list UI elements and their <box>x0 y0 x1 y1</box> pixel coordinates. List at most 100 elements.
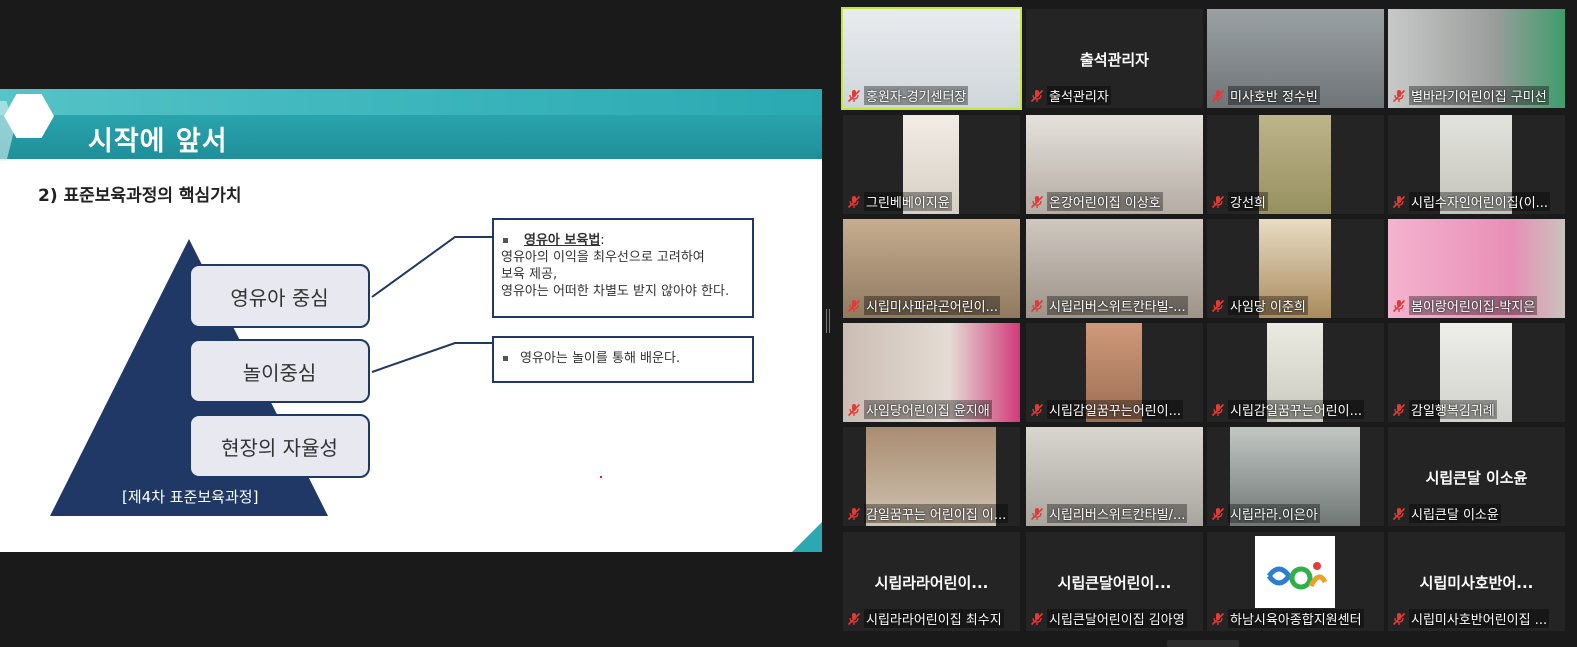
muted-mic-icon <box>847 195 861 208</box>
muted-mic-icon <box>847 403 861 416</box>
participant-tile[interactable]: 시립큰달 이소윤 시립큰달 이소윤 <box>1388 427 1565 526</box>
participant-tile[interactable]: 시립라라.이은아 <box>1207 427 1384 526</box>
muted-mic-icon <box>1392 89 1406 102</box>
participant-tile[interactable]: 감일꿈꾸는 어린이집 이... <box>843 427 1020 526</box>
participant-tile[interactable]: 온강어린이집 이상호 <box>1026 115 1203 214</box>
muted-mic-icon <box>1030 612 1044 625</box>
participant-tile[interactable]: 별바라기어린이집 구미선 <box>1388 9 1565 108</box>
connector-line-1 <box>371 236 492 298</box>
muted-mic-icon <box>847 612 861 625</box>
gallery-scrollbar[interactable] <box>1167 640 1239 647</box>
callout-1-line: 보육 제공, <box>501 267 558 282</box>
participant-tile[interactable]: 시립큰달어린이... 시립큰달어린이집 김아영 <box>1026 532 1203 631</box>
connector-lines <box>371 236 492 373</box>
callout-2-text: 영유아는 놀이를 통해 배운다. <box>520 351 681 366</box>
participant-name: 시립미사파라곤어린이... <box>864 296 1000 315</box>
participant-name: 봄이랑어린이집-박지은 <box>1409 296 1538 315</box>
participant-name: 홍원자-경기센터장 <box>864 86 969 105</box>
callout-1-heading: 영유아 보육법 <box>524 233 601 248</box>
muted-mic-icon <box>1392 403 1406 416</box>
participant-tile[interactable]: 시립감일꿈꾸는어린이... <box>1026 323 1203 422</box>
muted-mic-icon <box>1211 403 1225 416</box>
muted-mic-icon <box>1030 89 1044 102</box>
participant-tile[interactable]: 시립감일꿈꾸는어린이... <box>1207 323 1384 422</box>
participant-name-bar: 사임당어린이집 윤지애 <box>847 400 1016 419</box>
participant-name: 감일꿈꾸는 어린이집 이... <box>864 504 1009 523</box>
participant-name-bar: 감일꿈꾸는 어린이집 이... <box>847 504 1016 523</box>
participant-name-bar: 시립큰달 이소윤 <box>1392 504 1561 523</box>
participant-name: 사임당 이춘희 <box>1228 296 1308 315</box>
participant-name: 온강어린이집 이상호 <box>1047 192 1163 211</box>
muted-mic-icon <box>1392 195 1406 208</box>
participant-name-bar: 그린베베이지윤 <box>847 192 1016 211</box>
participant-name-bar: 출석관리자 <box>1030 86 1199 105</box>
participant-name: 미사호반 정수빈 <box>1228 86 1320 105</box>
participant-name-bar: 시립라라.이은아 <box>1211 504 1380 523</box>
participant-name-bar: 홍원자-경기센터장 <box>847 86 1016 105</box>
participant-name: 시립감일꿈꾸는어린이... <box>1047 400 1183 419</box>
participant-tile[interactable]: 감일행복김귀례 <box>1388 323 1565 422</box>
muted-mic-icon <box>1030 299 1044 312</box>
participant-name-bar: 온강어린이집 이상호 <box>1030 192 1199 211</box>
participant-tile[interactable]: 홍원자-경기센터장 <box>841 7 1022 110</box>
participant-center-name: 시립큰달 이소윤 <box>1425 469 1528 487</box>
participant-name: 강선희 <box>1228 192 1268 211</box>
participant-name-bar: 시립수자인어린이집(이... <box>1392 192 1561 211</box>
participant-center-name: 출석관리자 <box>1079 51 1149 69</box>
participant-name-bar: 시립미사호반어린이집 ... <box>1392 609 1561 628</box>
participant-name-bar: 감일행복김귀례 <box>1392 400 1561 419</box>
participant-tile[interactable]: 시립미사호반어... 시립미사호반어린이집 ... <box>1388 532 1565 631</box>
muted-mic-icon <box>847 299 861 312</box>
participant-name-bar: 미사호반 정수빈 <box>1211 86 1380 105</box>
participant-name: 시립리버스위트칸타빌/... <box>1047 504 1188 523</box>
participant-tile[interactable]: 시립리버스위트칸타빌-... <box>1026 219 1203 318</box>
participant-tile[interactable]: 그린베베이지윤 <box>843 115 1020 214</box>
muted-mic-icon <box>847 89 861 102</box>
muted-mic-icon <box>847 507 861 520</box>
muted-mic-icon <box>1030 507 1044 520</box>
muted-mic-icon <box>1211 195 1225 208</box>
participant-name: 하남시육아종합지원센터 <box>1228 609 1364 628</box>
muted-mic-icon <box>1392 299 1406 312</box>
participant-tile[interactable]: 사임당 이춘희 <box>1207 219 1384 318</box>
participant-name-bar: 시립미사파라곤어린이... <box>847 296 1016 315</box>
participant-tile[interactable]: 하남시육아종합지원센터 <box>1207 532 1384 631</box>
participant-name: 시립리버스위트칸타빌-... <box>1047 296 1188 315</box>
participant-name-bar: 사임당 이춘희 <box>1211 296 1380 315</box>
participant-name: 시립미사호반어린이집 ... <box>1409 609 1550 628</box>
participant-tile[interactable]: 시립미사파라곤어린이... <box>843 219 1020 318</box>
participant-name: 시립큰달 이소윤 <box>1409 504 1501 523</box>
participant-center-name: 시립미사호반어... <box>1419 574 1534 592</box>
callout-box-law: 영유아 보육법 : 영유아의 이익을 최우선으로 고려하여 보육 제공, 영유아… <box>492 218 754 318</box>
participant-name-bar: 시립감일꿈꾸는어린이... <box>1030 400 1199 419</box>
participant-tile[interactable]: 시립리버스위트칸타빌/... <box>1026 427 1203 526</box>
participant-name: 별바라기어린이집 구미선 <box>1409 86 1549 105</box>
participant-name-bar: 시립큰달어린이집 김아영 <box>1030 609 1199 628</box>
participant-tile[interactable]: 시립라라어린이... 시립라라어린이집 최수지 <box>843 532 1020 631</box>
shared-screen-slide: 시작에 앞서 2) 표준보육과정의 핵심가치 영유아 중심 놀이중심 현장의 자… <box>0 89 822 552</box>
participant-tile[interactable]: 출석관리자 출석관리자 <box>1026 9 1203 108</box>
participant-tile[interactable]: 시립수자인어린이집(이... <box>1388 115 1565 214</box>
participant-tile[interactable]: 미사호반 정수빈 <box>1207 9 1384 108</box>
bullet-icon <box>503 238 508 243</box>
participant-name-bar: 하남시육아종합지원센터 <box>1211 609 1380 628</box>
participant-center-name: 시립라라어린이... <box>874 574 989 592</box>
split-view-drag-handle[interactable] <box>826 309 830 333</box>
callout-1-heading-row: 영유아 보육법 : <box>501 232 746 249</box>
muted-mic-icon <box>1211 89 1225 102</box>
laser-pointer-dot <box>600 476 602 478</box>
bullet-icon <box>503 356 508 361</box>
participant-name: 시립수자인어린이집(이... <box>1409 192 1551 211</box>
participant-name-bar: 별바라기어린이집 구미선 <box>1392 86 1561 105</box>
participant-tile[interactable]: 강선희 <box>1207 115 1384 214</box>
callout-1-line: 영유아는 어떠한 차별도 받지 않아야 한다. <box>501 284 730 299</box>
callout-1-line: 영유아의 이익을 최우선으로 고려하여 <box>501 250 705 265</box>
organization-logo <box>1255 536 1335 608</box>
participant-tile[interactable]: 봄이랑어린이집-박지은 <box>1388 219 1565 318</box>
participant-name-bar: 봄이랑어린이집-박지은 <box>1392 296 1561 315</box>
participant-name: 감일행복김귀례 <box>1409 400 1497 419</box>
muted-mic-icon <box>1211 507 1225 520</box>
participant-name-bar: 시립감일꿈꾸는어린이... <box>1211 400 1380 419</box>
participant-tile[interactable]: 사임당어린이집 윤지애 <box>843 323 1020 422</box>
muted-mic-icon <box>1030 403 1044 416</box>
